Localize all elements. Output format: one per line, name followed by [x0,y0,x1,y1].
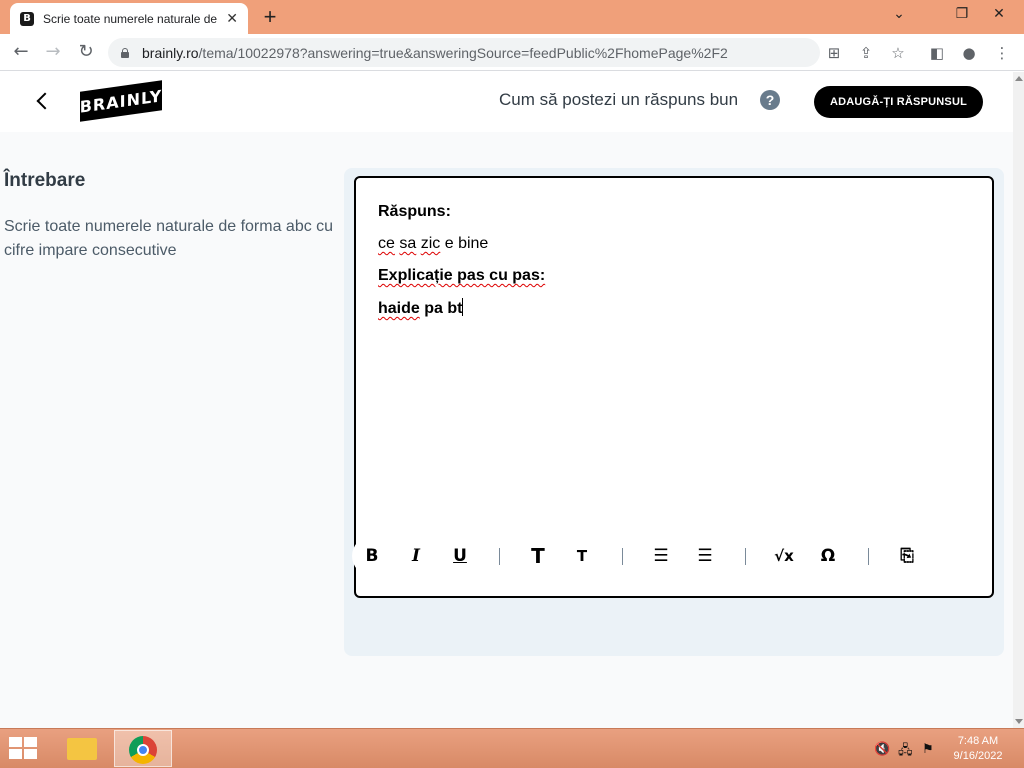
explanation-label-text: Explicație pas cu pas: [378,267,546,284]
attachment-paperclip-icon[interactable]: ⎘ [887,536,927,576]
tab-close-icon[interactable]: ✕ [226,10,238,27]
restore-window-button[interactable]: ❐ [947,5,977,22]
tab-search-icon[interactable]: ⌄ [884,5,914,22]
reload-icon[interactable]: ↻ [75,41,97,63]
ordered-list-icon[interactable]: ☰ [641,536,681,576]
chrome-icon [129,736,157,764]
answer-word: e bine [444,235,489,252]
brainly-page: BRAINLY Cum să postezi un răspuns bun ? … [0,72,1013,728]
heading-small-button[interactable]: T [562,536,602,576]
back-chevron-icon[interactable] [34,88,54,114]
heading-large-button[interactable]: T [518,536,558,576]
tab-title: Scrie toate numerele naturale de [43,11,218,26]
formatting-toolbar: B I U T T ☰ ☰ √x Ω ⎘ [352,536,1002,576]
url-host: brainly.ro [142,44,199,61]
explanation-word: bt [447,300,463,317]
system-clock[interactable]: 7:48 AM 9/16/2022 [946,734,1010,764]
italic-button[interactable]: I [396,536,436,576]
answer-text: ce sa zic e bine [378,234,970,254]
brainly-logo[interactable]: BRAINLY [80,80,162,122]
translate-icon[interactable]: ⊞ [824,43,844,63]
help-icon[interactable]: ? [760,90,780,110]
scroll-down-arrow-icon[interactable] [1015,719,1023,724]
toolbar-divider [622,548,623,565]
question-heading: Întrebare [4,170,86,191]
toolbar-divider [499,548,500,565]
question-text: Scrie toate numerele naturale de forma a… [4,218,334,259]
chrome-taskbar-button[interactable] [114,730,172,767]
explanation-text: haide pa bt [378,298,970,319]
bookmark-star-icon[interactable]: ☆ [888,43,908,63]
unordered-list-icon[interactable]: ☰ [685,536,725,576]
answer-label: Răspuns: [378,203,451,220]
action-center-flag-icon[interactable]: ⚑ [922,741,934,757]
browser-toolbar: ← → ↻ brainly.ro/tema/10022978?answering… [0,34,1024,71]
text-caret [462,298,464,316]
answer-editor-container: Răspuns: ce sa zic e bine Explicație pas… [344,168,1004,656]
site-header: BRAINLY Cum să postezi un răspuns bun ? … [0,72,1013,132]
lock-icon [120,47,130,58]
browser-tab[interactable]: B Scrie toate numerele naturale de ✕ [10,3,248,34]
explanation-label: Explicație pas cu pas: [378,266,970,286]
file-explorer-taskbar-button[interactable] [52,730,110,767]
browser-titlebar: B Scrie toate numerele naturale de ✕ + ⌄… [0,0,1024,34]
explanation-word: pa [424,300,443,317]
underline-button[interactable]: U [440,536,480,576]
back-arrow-icon[interactable]: ← [10,41,32,63]
brainly-favicon-icon: B [20,11,34,26]
forward-arrow-icon[interactable]: → [42,41,64,63]
folder-icon [67,738,97,760]
misspelled-word: sa [399,235,417,252]
url-text: brainly.ro/tema/10022978?answering=true&… [142,45,728,61]
profile-avatar-icon[interactable]: ● [959,43,979,63]
answer-editor[interactable]: Răspuns: ce sa zic e bine Explicație pas… [354,176,994,598]
misspelled-word: haide [378,300,420,317]
clock-date: 9/16/2022 [953,750,1003,762]
add-answer-button[interactable]: ADAUGĂ-ȚI RĂSPUNSUL [814,86,983,118]
windows-taskbar: 🔇 🖧 ⚑ 7:48 AM 9/16/2022 [0,728,1024,768]
page-scrollbar[interactable] [1013,72,1024,728]
misspelled-word: zic [420,235,441,252]
new-tab-button[interactable]: + [258,4,282,30]
side-panel-icon[interactable]: ◧ [927,43,947,63]
network-icon[interactable]: 🖧 [898,741,913,763]
menu-kebab-icon[interactable]: ⋮ [992,43,1012,63]
bold-button[interactable]: B [352,536,392,576]
toolbar-divider [745,548,746,565]
address-bar[interactable]: brainly.ro/tema/10022978?answering=true&… [108,38,820,67]
toolbar-divider [868,548,869,565]
url-path: /tema/10022978?answering=true&answeringS… [198,44,728,61]
scroll-up-arrow-icon[interactable] [1015,76,1023,81]
share-icon[interactable]: ⇪ [856,43,876,63]
windows-start-icon[interactable] [9,737,39,761]
volume-muted-icon[interactable]: 🔇 [874,741,890,757]
math-formula-icon[interactable]: √x [764,536,804,576]
howto-answer-link[interactable]: Cum să postezi un răspuns bun [499,90,738,110]
clock-time: 7:48 AM [957,735,999,747]
misspelled-word: ce [378,235,395,252]
close-window-button[interactable]: ✕ [984,5,1014,22]
special-characters-icon[interactable]: Ω [808,536,848,576]
